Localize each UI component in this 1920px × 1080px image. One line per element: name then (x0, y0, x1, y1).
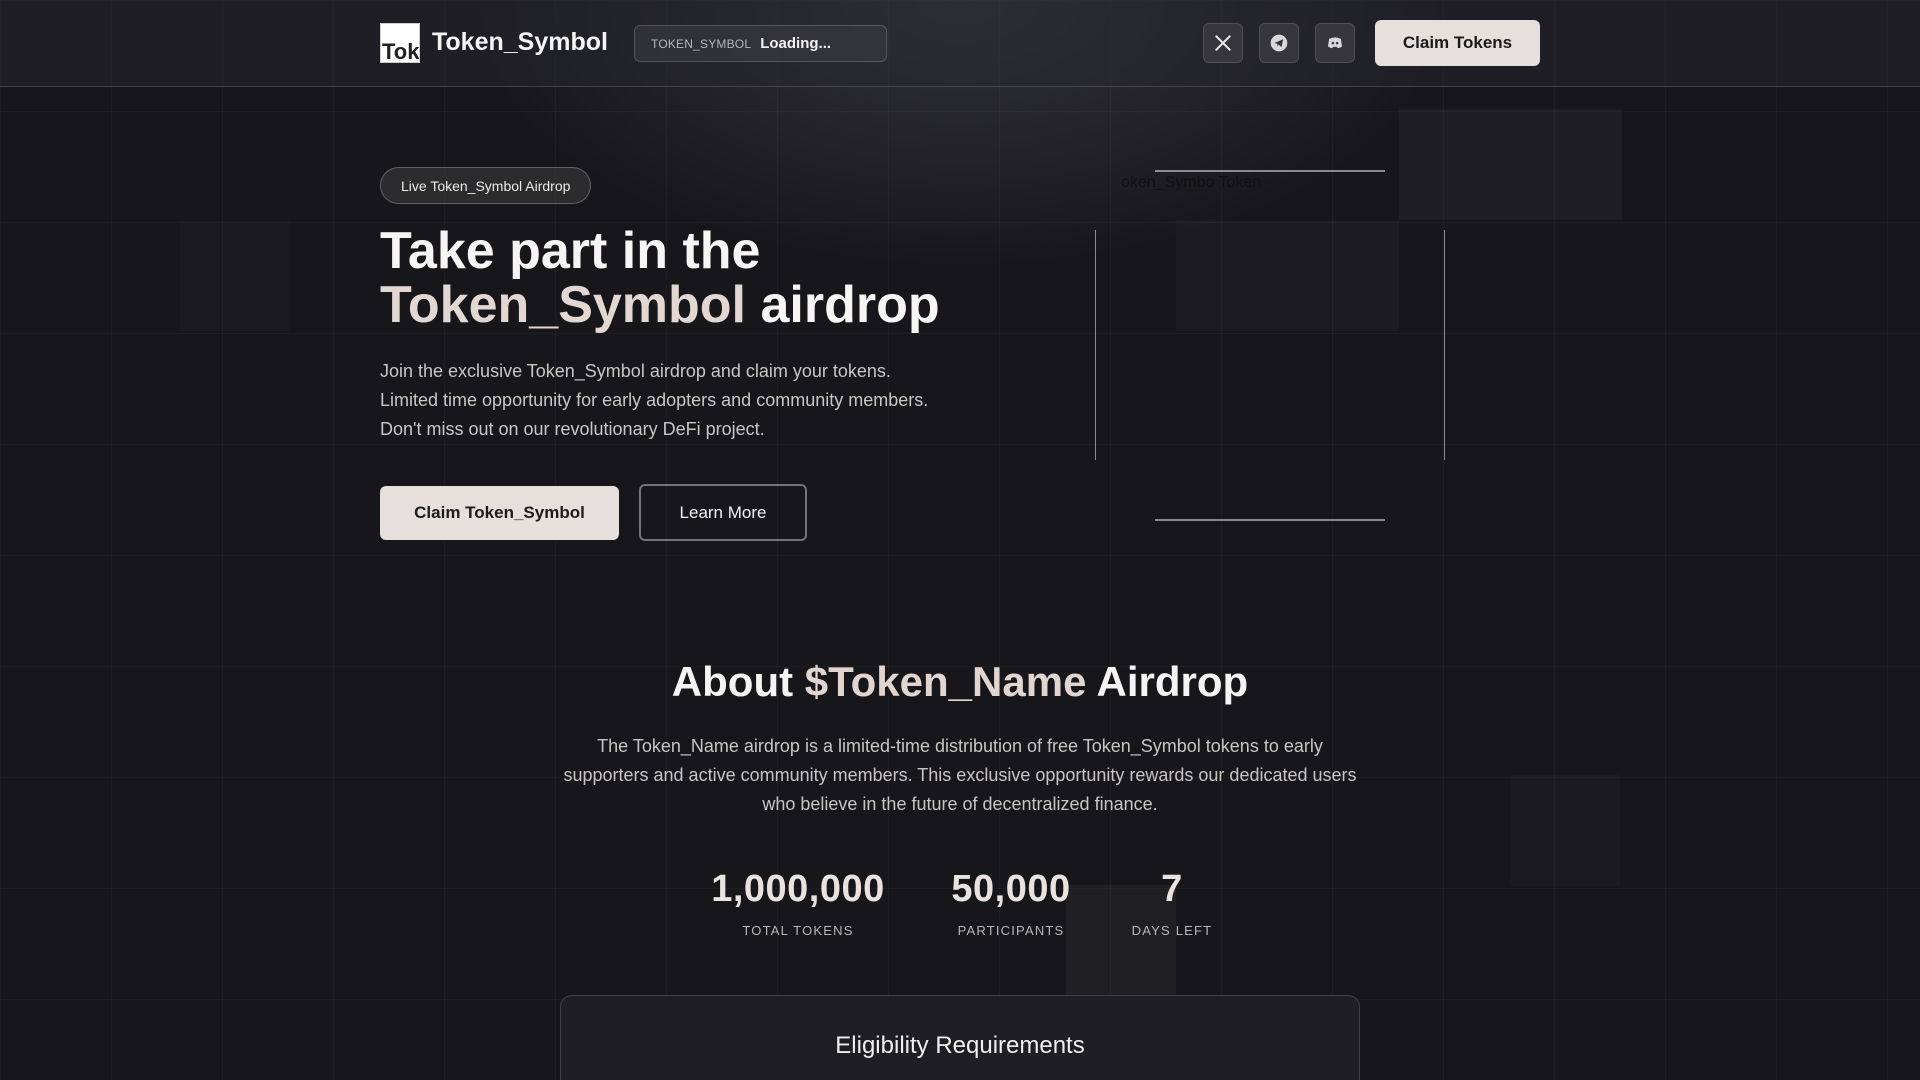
ticker-symbol: TOKEN_SYMBOL (651, 36, 752, 51)
x-icon (1215, 35, 1231, 51)
stat-value: 50,000 (951, 868, 1071, 910)
stat-participants: 50,000 PARTICIPANTS (922, 868, 1100, 938)
about-title-end: Airdrop (1086, 658, 1249, 705)
stat-value: 7 (1161, 868, 1183, 910)
background-tile (1399, 109, 1622, 220)
hero-title-rest: airdrop (746, 276, 940, 334)
price-ticker: TOKEN_SYMBOL Loading... (634, 25, 887, 62)
background-tile (180, 220, 290, 331)
telegram-icon (1270, 34, 1288, 52)
hero-description: Join the exclusive Token_Symbol airdrop … (380, 361, 929, 439)
eligibility-card: Eligibility Requirements (560, 995, 1360, 1080)
learn-more-button[interactable]: Learn More (639, 484, 807, 541)
stat-label: PARTICIPANTS (957, 923, 1065, 938)
background-tile (1510, 775, 1620, 886)
logo-text[interactable]: Token_Symbol (432, 28, 608, 57)
stat-total-tokens: 1,000,000 TOTAL TOKENS (698, 868, 898, 938)
about-title-start: About (671, 658, 805, 705)
hero-title: Take part in the Token_Symbol airdrop (380, 224, 940, 332)
x-link[interactable] (1203, 23, 1243, 63)
discord-icon (1327, 37, 1343, 49)
logo-image[interactable]: Tok (380, 23, 420, 63)
token-card-edge (1155, 170, 1385, 172)
stat-label: DAYS LEFT (1131, 923, 1213, 938)
token-card-edge (1155, 519, 1385, 521)
hero-title-accent: Token_Symbol (380, 276, 747, 334)
about-title-accent: $Token_Name (804, 658, 1087, 705)
about-title: About $Token_Name Airdrop (0, 658, 1920, 706)
token-card-edge (1095, 230, 1096, 460)
ticker-value: Loading... (760, 35, 832, 52)
eligibility-title: Eligibility Requirements (835, 1032, 1085, 1059)
about-description: The Token_Name airdrop is a limited-time… (563, 736, 1357, 814)
claim-tokens-button[interactable]: Claim Tokens (1375, 20, 1540, 66)
discord-link[interactable] (1315, 23, 1355, 63)
stat-days-left: 7 DAYS LEFT (1113, 868, 1231, 938)
telegram-link[interactable] (1259, 23, 1299, 63)
token-card-edge (1444, 230, 1445, 460)
hero-title-line1: Take part in the (380, 222, 761, 280)
background-glow (0, 0, 1920, 700)
live-airdrop-badge: Live Token_Symbol Airdrop (380, 167, 592, 204)
token-card-label: oken_Symbo Token (1121, 174, 1262, 191)
claim-token-button[interactable]: Claim Token_Symbol (380, 486, 619, 540)
stat-label: TOTAL TOKENS (742, 923, 854, 938)
stat-value: 1,000,000 (711, 868, 885, 910)
site-header: Tok Token_Symbol TOKEN_SYMBOL Loading...… (0, 0, 1920, 87)
background-tile (1176, 220, 1399, 331)
